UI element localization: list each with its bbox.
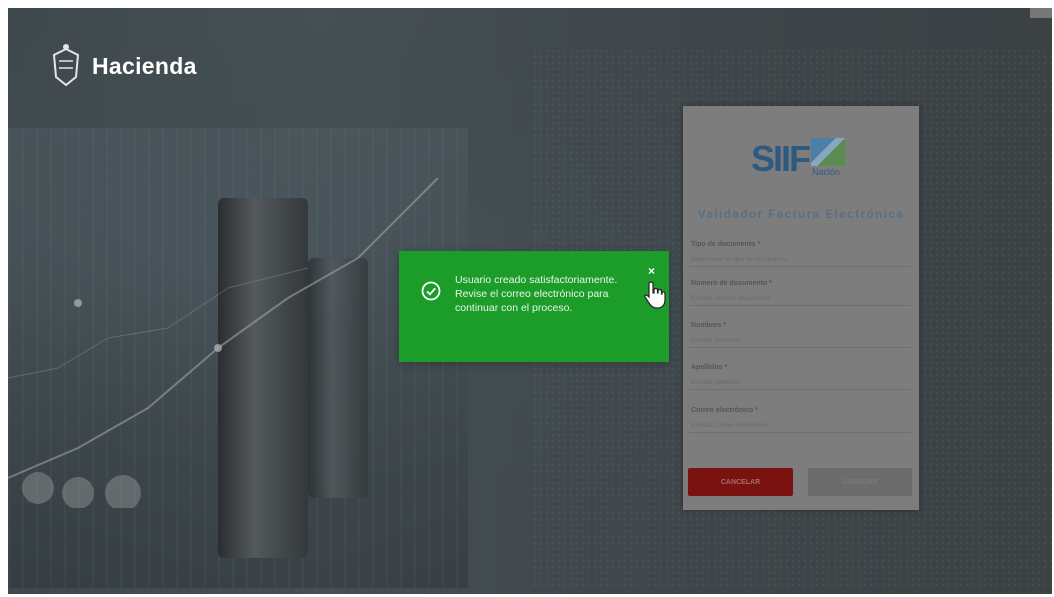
siif-logo-subtext: Nación: [812, 167, 841, 177]
brand-name: Hacienda: [92, 52, 197, 79]
last-name-label: Apellidos *: [691, 364, 728, 371]
siif-flag-graphic: [811, 138, 845, 166]
document-number-input[interactable]: Escriba número documento: [689, 292, 911, 306]
check-circle-icon: [421, 281, 441, 301]
coat-of-arms-icon: [52, 44, 80, 87]
email-label: Correo electrónico *: [691, 407, 758, 414]
corner-badge: [1030, 8, 1052, 18]
hand-cursor-icon: [644, 281, 666, 309]
first-name-label: Nombres *: [691, 322, 727, 329]
email-input[interactable]: Escriba Correo Electrónico: [689, 419, 911, 433]
toast-message: Usuario creado satisfactoriamente. Revis…: [455, 274, 618, 314]
hacienda-logo: Hacienda: [48, 43, 197, 89]
form-title: Validador Factura Electrónica: [697, 207, 905, 221]
save-button[interactable]: GUARDAR: [808, 468, 912, 496]
first-name-input[interactable]: Escriba Nombres: [689, 334, 911, 348]
siif-logo-text: SIIF: [751, 138, 811, 179]
success-toast: Usuario creado satisfactoriamente. Revis…: [399, 251, 669, 362]
cancel-button[interactable]: CANCELAR: [688, 468, 793, 496]
document-number-label: Número de documento *: [691, 280, 772, 287]
close-icon[interactable]: ×: [648, 264, 655, 278]
siif-logo: SIIF Nación: [751, 136, 851, 182]
document-type-label: Tipo de documento *: [691, 241, 761, 248]
registration-form-panel: SIIF Nación Validador Factura Electrónic…: [683, 106, 919, 510]
document-type-select[interactable]: Seleccione un tipo de documento: [689, 253, 911, 267]
last-name-input[interactable]: Escriba Apellidos: [689, 376, 911, 390]
